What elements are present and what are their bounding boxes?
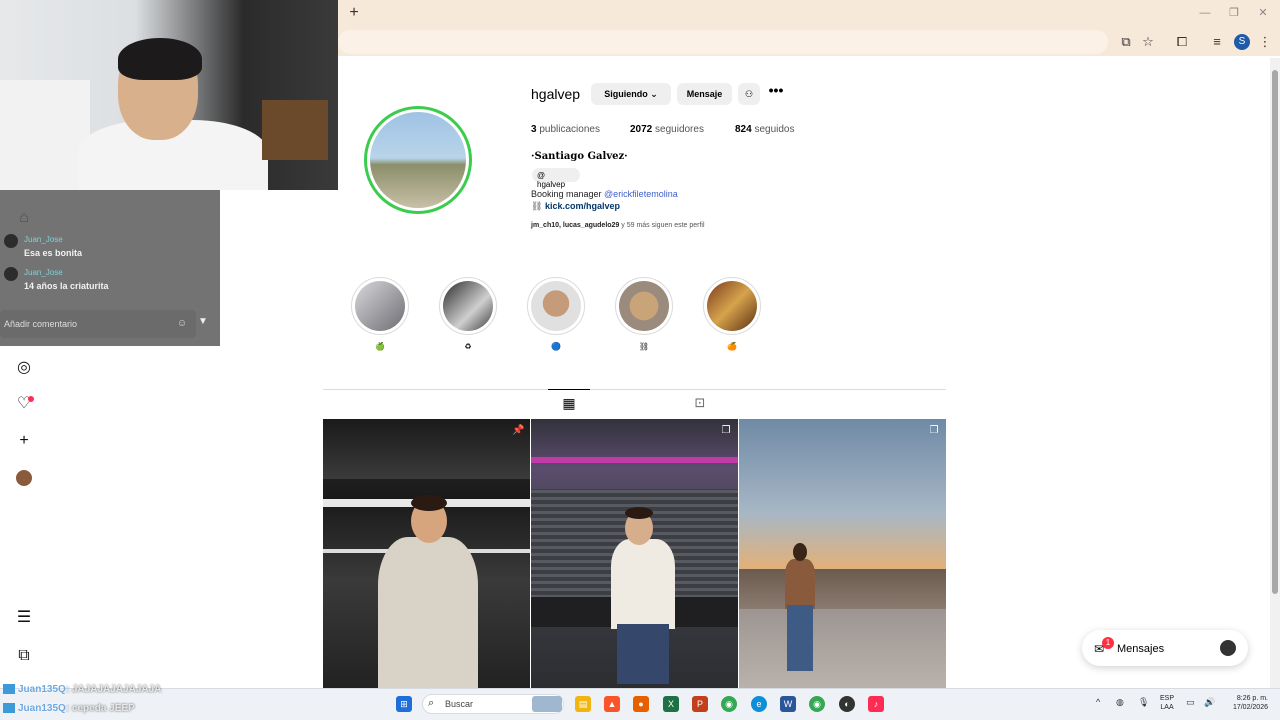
highlight-2-label: ♻ — [464, 342, 472, 351]
messages-badge: 1 — [1102, 637, 1114, 649]
new-tab-button[interactable]: + — [346, 5, 362, 21]
highlight-5-label: 🍊 — [727, 342, 737, 351]
chrome-icon[interactable]: ◉ — [721, 696, 737, 712]
chat-username: Juan_Jose — [24, 235, 63, 244]
messages-label: Mensajes — [1117, 643, 1165, 655]
following-stat[interactable]: 824 seguidos — [735, 124, 795, 135]
close-window-button[interactable]: ✕ — [1256, 6, 1270, 20]
create-plus-icon[interactable]: + — [14, 431, 34, 451]
post-tile-3[interactable]: ❐ — [739, 419, 946, 688]
highlight-5[interactable] — [703, 277, 761, 335]
explore-icon[interactable]: ◎ — [14, 358, 34, 378]
address-bar[interactable] — [338, 30, 1108, 54]
chat-comment-input[interactable]: Añadir comentario — [0, 310, 196, 338]
word-icon[interactable]: W — [780, 696, 796, 712]
media-control-icon[interactable]: ≡ — [1208, 33, 1226, 51]
taskbar-search-placeholder: Buscar — [445, 699, 474, 709]
file-explorer-icon[interactable]: ▤ — [575, 696, 591, 712]
search-highlight-icon — [532, 696, 562, 712]
bookmark-star-icon[interactable]: ☆ — [1139, 33, 1157, 51]
microphone-icon[interactable]: 🎙 — [1138, 697, 1149, 708]
maximize-button[interactable]: ❐ — [1227, 6, 1241, 20]
threads-icon: @ — [537, 171, 546, 180]
tabs-divider — [323, 389, 946, 390]
bio-mention-link[interactable]: @erickfiletemolina — [604, 189, 678, 199]
obs-icon[interactable]: ◐ — [839, 696, 855, 712]
browser-menu-icon[interactable]: ⋮ — [1256, 33, 1274, 51]
kick-icon — [3, 703, 15, 714]
message-button[interactable]: Mensaje — [677, 83, 732, 105]
network-icon[interactable]: ▭ — [1186, 697, 1195, 708]
chat-username: Juan_Jose — [24, 268, 63, 277]
highlight-4-label: ⛓ — [638, 342, 650, 351]
tray-app-icon[interactable]: ◍ — [1116, 697, 1124, 708]
highlight-3[interactable] — [527, 277, 585, 335]
input-language[interactable]: ESP LAA — [1160, 694, 1174, 712]
post-tile-2[interactable]: ❐ — [531, 419, 738, 688]
minimize-button[interactable]: — — [1198, 6, 1212, 20]
brave-browser-icon[interactable]: ▲ — [604, 696, 620, 712]
carousel-icon: ❐ — [929, 425, 939, 436]
firefox-icon[interactable]: ● — [633, 696, 649, 712]
browser-profile-avatar[interactable]: S — [1234, 34, 1250, 50]
profile-external-link[interactable]: ⛓ kick.com/hgalvep — [531, 201, 620, 212]
search-icon: ⌕ — [428, 697, 435, 709]
options-button[interactable]: ••• — [766, 83, 786, 101]
tiktok-icon[interactable]: ♪ — [868, 696, 884, 712]
scrollbar-thumb[interactable] — [1272, 70, 1278, 594]
chat-message: 14 años la criaturita — [24, 281, 109, 291]
also-from-meta-icon[interactable]: ⧉ — [14, 646, 34, 666]
highlight-3-label: 🔵 — [551, 342, 561, 351]
carousel-icon: ❐ — [721, 425, 731, 436]
start-button-icon[interactable]: ⊞ — [396, 696, 412, 712]
ticker-line-1: Juan135Q: JAJAJAJAJAJAJA — [3, 684, 161, 695]
posts-grid-tab-icon[interactable]: ▦ — [561, 395, 577, 411]
highlight-2[interactable] — [439, 277, 497, 335]
post-tile-1[interactable]: 📌 — [323, 419, 530, 688]
messages-avatar — [1220, 640, 1236, 656]
active-tab-indicator — [548, 389, 590, 390]
chat-message: Esa es bonita — [24, 248, 83, 258]
notification-dot — [28, 396, 34, 402]
chrome-profile-icon[interactable]: ◉ — [809, 696, 825, 712]
profile-avatar-ring[interactable] — [364, 106, 472, 214]
add-user-icon: ⚇ — [744, 89, 754, 99]
tagged-tab-icon[interactable]: ⊡ — [692, 395, 708, 411]
install-app-icon[interactable]: ⧉ — [1117, 33, 1135, 51]
more-menu-icon[interactable]: ☰ — [14, 608, 34, 628]
extensions-icon[interactable]: ⧠ — [1173, 33, 1191, 51]
following-button[interactable]: Siguiendo ⌄ — [591, 83, 671, 105]
followers-stat[interactable]: 2072 seguidores — [630, 124, 704, 135]
emoji-icon[interactable]: ☺ — [176, 318, 188, 330]
profile-bio: Booking manager @erickfiletemolina — [531, 189, 678, 199]
followed-by-text[interactable]: jm_ch10, lucas_agudelo29 y 59 más siguen… — [531, 222, 705, 229]
tray-overflow-icon[interactable]: ^ — [1096, 697, 1100, 707]
highlight-1-label: 🍏 — [375, 342, 385, 351]
chat-avatar — [4, 267, 18, 281]
threads-badge[interactable]: @ hgalvep — [532, 168, 580, 189]
excel-icon[interactable]: X — [663, 696, 679, 712]
pinned-icon: 📌 — [512, 425, 525, 436]
nav-profile-avatar[interactable] — [16, 470, 32, 486]
webcam-overlay — [0, 0, 338, 190]
kick-icon — [3, 684, 15, 695]
profile-full-name: ·Santiago Galvez· — [531, 151, 628, 162]
send-filter-icon[interactable]: ▼ — [196, 316, 210, 330]
chat-avatar — [4, 234, 18, 248]
powerpoint-icon[interactable]: P — [692, 696, 708, 712]
edge-icon[interactable]: e — [751, 696, 767, 712]
ticker-line-2: Juan135Q: cepeda JEEP — [3, 703, 135, 714]
posts-stat: 3 publicaciones — [531, 124, 600, 135]
taskbar-clock[interactable]: 8:26 p. m. 17/02/2026 — [1222, 694, 1268, 712]
profile-avatar — [370, 112, 466, 208]
profile-username: hgalvep — [531, 86, 581, 102]
highlight-4[interactable] — [615, 277, 673, 335]
volume-icon[interactable]: 🔊 — [1204, 697, 1215, 708]
highlight-1[interactable] — [351, 277, 409, 335]
add-friend-button[interactable]: ⚇ — [738, 83, 760, 105]
link-icon: ⛓ — [531, 201, 543, 211]
